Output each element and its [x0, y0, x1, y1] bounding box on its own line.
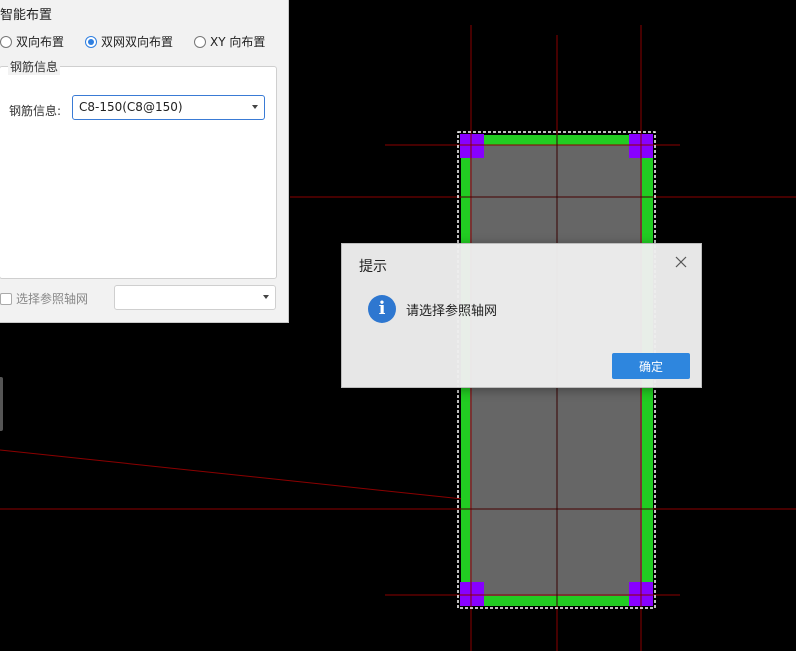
- side-dock-handle[interactable]: [0, 377, 3, 431]
- info-icon: i: [368, 295, 396, 323]
- reference-grid-checkbox[interactable]: [0, 292, 12, 305]
- chevron-down-icon[interactable]: [252, 105, 258, 109]
- radio-xy-direction[interactable]: XY 向布置: [194, 33, 265, 50]
- radio-xy-direction-label[interactable]: XY 向布置: [210, 33, 265, 50]
- reference-grid-checkbox-row[interactable]: 选择参照轴网: [0, 290, 88, 307]
- reference-grid-label[interactable]: 选择参照轴网: [16, 290, 88, 307]
- rebar-info-select[interactable]: C8-150(C8@150): [72, 95, 265, 120]
- radio-bidirectional-indicator[interactable]: [0, 35, 12, 48]
- prompt-dialog: 提示 i 请选择参照轴网 确定: [341, 243, 702, 388]
- reference-grid-select[interactable]: [114, 285, 276, 310]
- corner-marker-tl: [460, 134, 484, 158]
- smart-layout-panel: 智能布置 双向布置 双网双向布置 XY 向布置 钢筋信息 钢筋信息: C8-15…: [0, 0, 289, 323]
- radio-bidirectional[interactable]: 双向布置: [0, 33, 64, 50]
- panel-title: 智能布置: [0, 8, 53, 23]
- rebar-info-label: 钢筋信息:: [9, 104, 62, 118]
- radio-xy-direction-indicator[interactable]: [194, 35, 206, 48]
- chevron-down-icon[interactable]: [263, 295, 269, 299]
- radio-double-net-bidirectional-label[interactable]: 双网双向布置: [101, 33, 173, 50]
- dialog-message: 请选择参照轴网: [406, 304, 498, 319]
- rebar-info-group: 钢筋信息 钢筋信息: C8-150(C8@150): [0, 58, 277, 279]
- close-icon[interactable]: [673, 254, 689, 270]
- corner-marker-bl: [460, 582, 484, 606]
- radio-double-net-bidirectional[interactable]: 双网双向布置: [85, 33, 173, 50]
- dialog-title: 提示: [359, 259, 387, 275]
- ok-button[interactable]: 确定: [612, 353, 690, 379]
- radio-bidirectional-label[interactable]: 双向布置: [16, 33, 64, 50]
- rebar-info-legend: 钢筋信息: [8, 58, 61, 75]
- rebar-info-value: C8-150(C8@150): [79, 100, 183, 114]
- radio-double-net-bidirectional-indicator[interactable]: [85, 35, 97, 48]
